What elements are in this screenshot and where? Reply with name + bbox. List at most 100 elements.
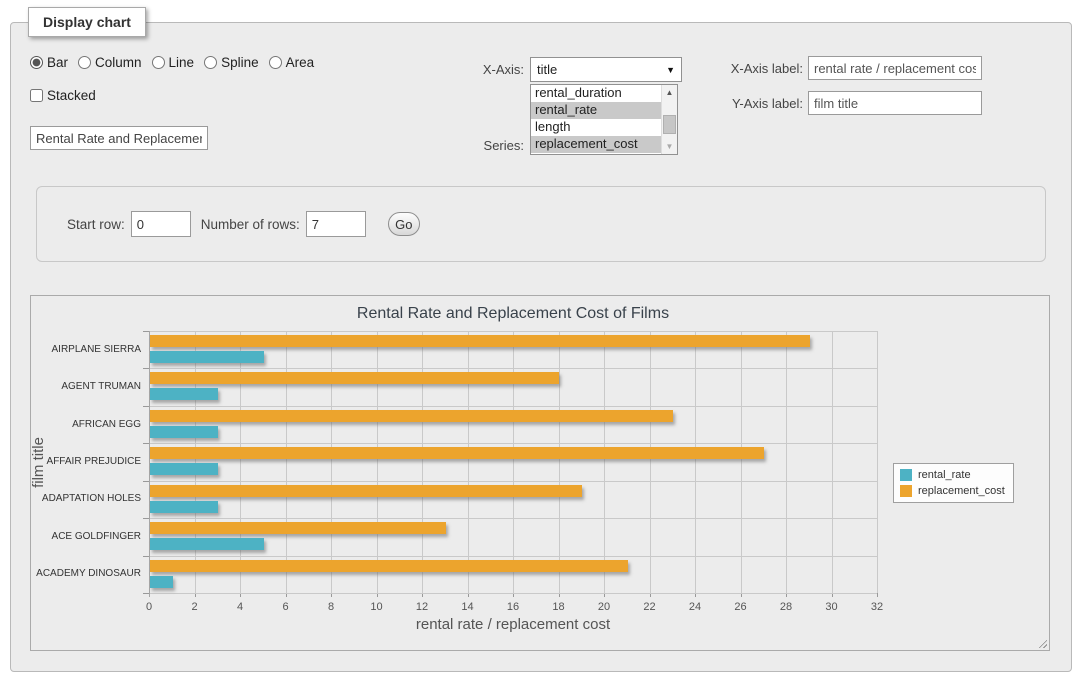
chart-bar-rental_rate[interactable] [150,351,264,363]
chart-title-input[interactable] [30,126,208,150]
x-tick-label: 22 [643,601,655,613]
x-tick-label: 18 [552,601,564,613]
chart-type-option-line[interactable]: Line [152,55,195,70]
stacked-checkbox[interactable] [30,89,43,102]
chart-bar-replacement_cost[interactable] [150,560,628,572]
chart-bar-rental_rate[interactable] [150,463,218,475]
chart-bar-replacement_cost[interactable] [150,410,673,422]
series-option-length[interactable]: length [531,119,661,136]
x-tick-label: 12 [416,601,428,613]
x-tick-label: 14 [461,601,473,613]
series-listbox-scrollbar[interactable]: ▲ ▼ [661,85,677,154]
chart-type-radio-bar[interactable] [30,56,43,69]
legend-swatch-icon [900,469,912,481]
category-label: AGENT TRUMAN [29,381,141,392]
row-range-panel: Start row: Number of rows: Go [36,186,1046,262]
x-tick-label: 2 [191,601,197,613]
gridline [786,331,787,593]
category-label: ACADEMY DINOSAUR [29,568,141,579]
x-tick-label: 16 [507,601,519,613]
stacked-label: Stacked [47,88,96,103]
gridline [149,406,877,407]
series-option-rental_rate[interactable]: rental_rate [531,102,661,119]
legend-item-replacement_cost[interactable]: replacement_cost [900,485,1005,497]
x-axis-title: rental rate / replacement cost [149,616,877,633]
gridline [604,331,605,593]
gridline [741,331,742,593]
stacked-option[interactable]: Stacked [30,88,96,103]
x-tick-mark [877,593,878,597]
gridline [240,331,241,593]
chart-type-option-spline[interactable]: Spline [204,55,259,70]
x-tick-label: 4 [237,601,243,613]
series-select-label: Series: [464,138,524,153]
gridline [149,368,877,369]
chart-type-option-bar[interactable]: Bar [30,55,68,70]
category-label: ADAPTATION HOLES [29,493,141,504]
chart-type-radio-spline[interactable] [204,56,217,69]
x-tick-label: 32 [871,601,883,613]
gridline [695,331,696,593]
chart-type-radio-column[interactable] [78,56,91,69]
gridline [877,331,878,593]
chart-bar-rental_rate[interactable] [150,388,218,400]
chart-bar-rental_rate[interactable] [150,576,173,588]
gridline [331,331,332,593]
chart-bar-replacement_cost[interactable] [150,485,582,497]
chart-type-label: Column [95,55,142,70]
x-tick-label: 6 [282,601,288,613]
num-rows-label: Number of rows: [201,217,300,232]
chart-container: Rental Rate and Replacement Cost of Film… [30,295,1050,651]
chart-type-option-column[interactable]: Column [78,55,142,70]
chart-bar-rental_rate[interactable] [150,538,264,550]
series-listbox[interactable]: rental_durationrental_ratelengthreplacem… [530,84,678,155]
go-button[interactable]: Go [388,212,420,236]
gridline [149,556,877,557]
chart-title: Rental Rate and Replacement Cost of Film… [149,305,877,323]
chart-legend: rental_rate replacement_cost [893,463,1014,503]
series-option-replacement_cost[interactable]: replacement_cost [531,136,661,153]
start-row-input[interactable] [131,211,191,237]
legend-label: replacement_cost [918,485,1005,497]
x-axis-selected-value: title [537,62,557,77]
y-axis-label-input[interactable] [808,91,982,115]
start-row-label: Start row: [67,217,125,232]
chart-bar-replacement_cost[interactable] [150,447,764,459]
chart-bar-replacement_cost[interactable] [150,372,559,384]
scroll-down-icon[interactable]: ▼ [662,139,677,154]
resize-handle-icon[interactable] [1036,637,1047,648]
y-axis-title: film title [30,437,47,488]
x-tick-label: 24 [689,601,701,613]
y-axis-label-label: Y-Axis label: [725,96,803,111]
chart-bar-rental_rate[interactable] [150,501,218,513]
legend-swatch-icon [900,485,912,497]
x-tick-label: 20 [598,601,610,613]
gridline [149,481,877,482]
scroll-up-icon[interactable]: ▲ [662,85,677,100]
gridline [286,331,287,593]
series-option-rental_duration[interactable]: rental_duration [531,85,661,102]
chevron-down-icon: ▼ [666,65,675,75]
chart-bar-replacement_cost[interactable] [150,522,446,534]
chart-bar-rental_rate[interactable] [150,426,218,438]
category-label: AIRPLANE SIERRA [29,344,141,355]
chart-type-radio-line[interactable] [152,56,165,69]
chart-type-label: Bar [47,55,68,70]
x-tick-label: 8 [328,601,334,613]
legend-item-rental_rate[interactable]: rental_rate [900,469,1005,481]
stacked-checkbox-row: Stacked [30,88,96,103]
chart-type-option-area[interactable]: Area [269,55,315,70]
page: Display chart BarColumnLineSplineArea St… [0,0,1081,681]
category-label: AFRICAN EGG [29,419,141,430]
gridline [513,331,514,593]
scrollbar-thumb[interactable] [663,115,676,134]
chart-type-radio-area[interactable] [269,56,282,69]
chart-bar-replacement_cost[interactable] [150,335,810,347]
x-axis-label-input[interactable] [808,56,982,80]
num-rows-input[interactable] [306,211,366,237]
gridline [149,331,877,332]
x-tick-label: 0 [146,601,152,613]
chart-type-label: Area [286,55,315,70]
x-axis-select[interactable]: title ▼ [530,57,682,82]
chart-type-label: Line [169,55,195,70]
